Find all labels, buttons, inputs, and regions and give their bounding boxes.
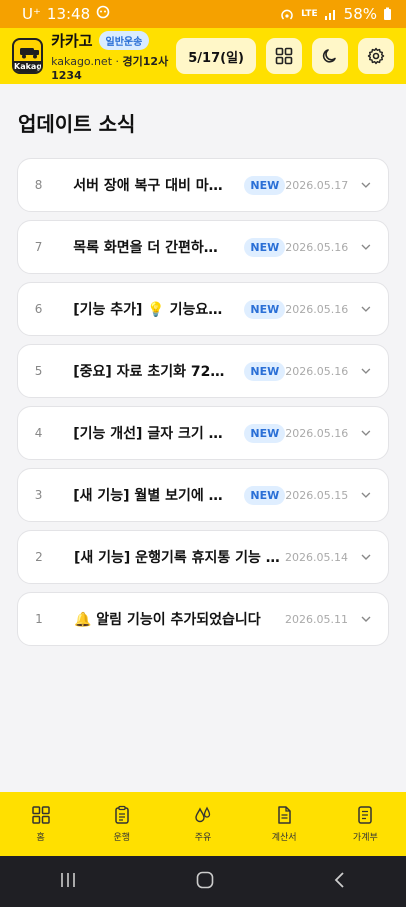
moon-icon (322, 49, 336, 63)
update-number: 3 (34, 488, 43, 502)
update-date: 2026.05.11 (285, 612, 348, 626)
new-badge: NEW (244, 175, 286, 195)
update-title: 🔔 알림 기능이 추가되었습니다 (74, 612, 261, 628)
nav-fuel[interactable]: 주유 (173, 805, 233, 843)
truck-icon (20, 48, 39, 59)
system-nav-bar (0, 856, 406, 907)
recents-icon (61, 872, 76, 887)
update-item-7[interactable]: 7 목록 화면을 더 간편하게 … NEW 2026.05.16 (17, 220, 389, 274)
update-item-3[interactable]: 3 [새 기능] 월별 보기에 주… NEW 2026.05.15 (17, 468, 389, 522)
brand-block: 카카고 일반운송 kakago.net · 경기12사1234 (51, 30, 176, 82)
grid-icon (275, 47, 293, 65)
update-date: 2026.05.16 (285, 302, 349, 316)
chevron-down-icon[interactable] (360, 179, 372, 191)
nav-invoice[interactable]: 계산서 (254, 805, 314, 843)
update-number: 2 (35, 550, 43, 564)
nav-label: 계산서 (271, 833, 297, 843)
gear-icon (367, 47, 385, 65)
new-badge: NEW (244, 485, 286, 505)
carrier-label: U⁺ (22, 5, 41, 23)
home-button[interactable] (195, 870, 215, 894)
brand-subtitle: kakago.net · 경기12사1234 (51, 53, 176, 82)
ledger-icon (358, 806, 373, 824)
update-number: 1 (35, 612, 43, 626)
chevron-down-icon[interactable] (360, 427, 372, 439)
chevron-down-icon[interactable] (360, 303, 372, 315)
menu-grid-button[interactable] (266, 38, 302, 74)
nav-label: 주유 (194, 833, 212, 843)
nav-label: 운행 (113, 833, 131, 843)
new-badge: NEW (244, 237, 286, 257)
update-number: 8 (34, 178, 43, 192)
chevron-down-icon[interactable] (360, 365, 372, 377)
update-item-5[interactable]: 5 [중요] 자료 초기화 72시… NEW 2026.05.16 (17, 344, 389, 398)
chevron-down-icon[interactable] (360, 551, 372, 563)
update-item-6[interactable]: 6 [기능 추가] 💡 기능요청 … NEW 2026.05.16 (17, 282, 389, 336)
hotspot-icon (279, 7, 295, 21)
nav-ledger[interactable]: 가계부 (335, 805, 395, 843)
update-number: 7 (34, 240, 43, 254)
new-badge: NEW (244, 423, 286, 443)
chevron-down-icon[interactable] (360, 489, 372, 501)
status-bar: U⁺ 13:48 LTE 58% (0, 0, 406, 28)
clock: 13:48 (46, 5, 91, 23)
update-item-1[interactable]: 1 🔔 알림 기능이 추가되었습니다 2026.05.11 (17, 592, 389, 646)
new-badge: NEW (244, 361, 286, 381)
update-title: 서버 장애 복구 대비 마련 … (73, 178, 231, 194)
document-icon (278, 806, 291, 824)
update-number: 6 (34, 302, 43, 316)
notification-icon (96, 5, 110, 23)
update-date: 2026.05.16 (285, 364, 349, 378)
update-date: 2026.05.15 (285, 488, 349, 502)
update-item-8[interactable]: 8 서버 장애 복구 대비 마련 … NEW 2026.05.17 (17, 158, 389, 212)
nav-home[interactable]: 홈 (11, 805, 71, 843)
clipboard-icon (115, 805, 129, 824)
update-title: [중요] 자료 초기화 72시… (73, 364, 231, 380)
app-name: 카카고 (51, 32, 93, 50)
update-list: 8 서버 장애 복구 대비 마련 … NEW 2026.05.17 7 목록 화… (17, 158, 389, 654)
update-title: [기능 추가] 💡 기능요청 … (73, 302, 231, 318)
date-button[interactable]: 5/17(일) (176, 38, 256, 74)
network-label: LTE (301, 9, 318, 19)
bottom-nav: 홈 운행 주유 계산서 가계부 (0, 792, 406, 856)
update-number: 4 (34, 426, 43, 440)
new-badge: NEW (244, 299, 286, 319)
grid-icon (31, 806, 50, 824)
chevron-down-icon[interactable] (360, 241, 372, 253)
update-number: 5 (34, 364, 43, 378)
app-header: Kakago 카카고 일반운송 kakago.net · 경기12사1234 5… (0, 28, 406, 84)
update-title: [새 기능] 운행기록 휴지통 기능 추… (74, 550, 280, 566)
update-title: 목록 화면을 더 간편하게 … (73, 240, 231, 256)
recents-button[interactable] (58, 871, 78, 893)
update-date: 2026.05.17 (285, 178, 349, 192)
page-title: 업데이트 소식 (18, 112, 136, 136)
update-item-2[interactable]: 2 [새 기능] 운행기록 휴지통 기능 추… 2026.05.14 (17, 530, 389, 584)
separator: · (115, 55, 120, 68)
dark-mode-button[interactable] (312, 38, 348, 74)
nav-label: 홈 (36, 833, 45, 843)
battery-icon (383, 7, 392, 21)
transport-type-badge: 일반운송 (98, 31, 150, 50)
fuel-drop-icon (195, 806, 211, 823)
update-item-4[interactable]: 4 [기능 개선] 글자 크기 설… NEW 2026.05.16 (17, 406, 389, 460)
battery-label: 58% (343, 5, 377, 23)
update-date: 2026.05.16 (285, 240, 349, 254)
nav-label: 가계부 (352, 833, 378, 843)
nav-driving[interactable]: 운행 (92, 805, 152, 843)
back-icon (334, 871, 344, 888)
chevron-down-icon[interactable] (360, 613, 372, 625)
signal-icon (324, 8, 338, 20)
update-date: 2026.05.16 (285, 426, 349, 440)
update-title: [기능 개선] 글자 크기 설… (73, 426, 231, 442)
home-icon (196, 871, 214, 888)
back-button[interactable] (332, 870, 348, 894)
settings-button[interactable] (358, 38, 394, 74)
update-date: 2026.05.14 (285, 550, 348, 564)
site-url: kakago.net (51, 55, 113, 68)
update-title: [새 기능] 월별 보기에 주… (73, 488, 231, 504)
app-logo[interactable]: Kakago (12, 38, 44, 74)
logo-text: Kakago (14, 61, 43, 72)
